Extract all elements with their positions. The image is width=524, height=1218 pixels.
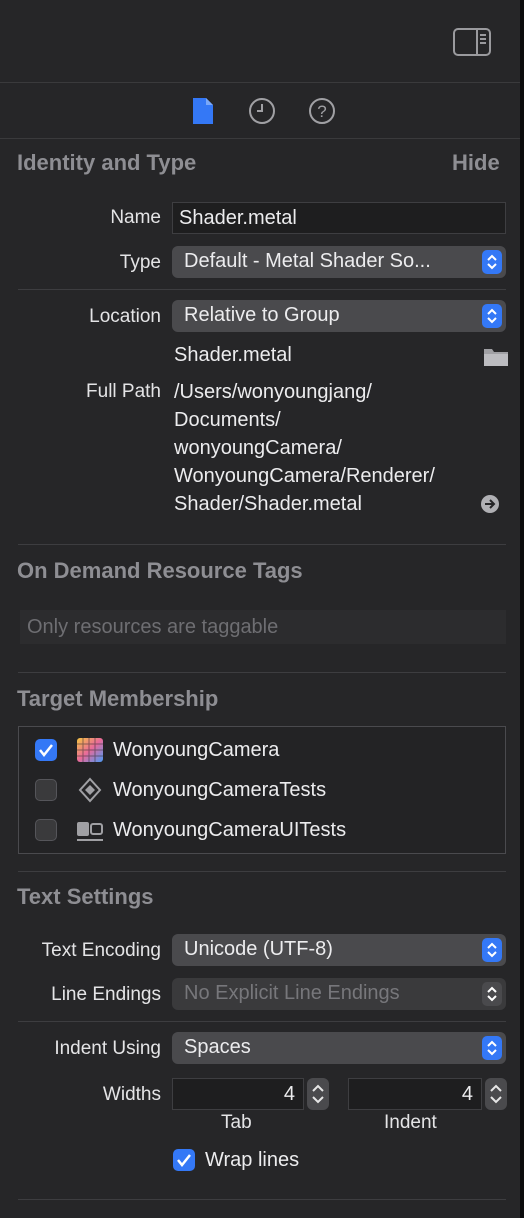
name-label: Name bbox=[110, 207, 161, 228]
tab-width-field[interactable]: 4 bbox=[172, 1078, 304, 1110]
location-popup[interactable]: Relative to Group bbox=[172, 300, 506, 332]
location-label: Location bbox=[89, 306, 161, 327]
type-popup[interactable]: Default - Metal Shader So... bbox=[172, 246, 506, 278]
tags-field: Only resources are taggable bbox=[20, 610, 506, 644]
test-target-icon bbox=[76, 777, 104, 803]
arrow-circle-right-icon bbox=[481, 495, 499, 513]
name-field[interactable]: Shader.metal bbox=[172, 202, 506, 234]
stepper-arrows-icon bbox=[312, 1084, 324, 1104]
indent-using-value: Spaces bbox=[184, 1036, 251, 1058]
indent-using-label: Indent Using bbox=[54, 1038, 161, 1059]
section-separator bbox=[18, 544, 506, 545]
sidebar-right-icon bbox=[453, 28, 491, 56]
location-popup-value: Relative to Group bbox=[184, 304, 340, 326]
indent-width-stepper[interactable] bbox=[485, 1078, 507, 1110]
full-path-text: /Users/wonyoungjang/ Documents/ wonyoung… bbox=[174, 378, 484, 518]
membership-section-title: Target Membership bbox=[17, 686, 219, 711]
checkmark-icon bbox=[177, 1154, 191, 1168]
indent-using-popup[interactable]: Spaces bbox=[172, 1032, 506, 1064]
tab-file-inspector[interactable] bbox=[190, 96, 216, 126]
ui-test-target-icon bbox=[76, 818, 104, 844]
bottom-separator bbox=[18, 1199, 506, 1200]
path-line: WonyoungCamera/Renderer/ bbox=[174, 465, 435, 487]
text-encoding-popup[interactable]: Unicode (UTF-8) bbox=[172, 934, 506, 966]
choose-file-button[interactable] bbox=[483, 345, 509, 367]
inspector-toggle-button[interactable] bbox=[452, 26, 492, 58]
section-separator bbox=[18, 672, 506, 673]
indent-width-field[interactable]: 4 bbox=[348, 1078, 482, 1110]
svg-text:?: ? bbox=[317, 102, 326, 121]
wrap-lines-checkbox[interactable] bbox=[173, 1149, 195, 1171]
question-icon: ? bbox=[309, 98, 335, 124]
text-settings-separator bbox=[18, 1021, 506, 1022]
hide-button[interactable]: Hide bbox=[452, 150, 500, 176]
document-icon bbox=[193, 98, 213, 124]
stepper-arrows-icon bbox=[490, 1084, 502, 1104]
identity-section-title: Identity and Type bbox=[17, 150, 197, 175]
file-name-text: Shader.metal bbox=[174, 344, 292, 366]
chevron-updown-icon bbox=[482, 982, 502, 1006]
app-target-icon bbox=[76, 737, 104, 763]
text-encoding-label: Text Encoding bbox=[41, 940, 161, 961]
line-endings-label: Line Endings bbox=[51, 984, 161, 1005]
chevron-updown-icon bbox=[482, 304, 502, 328]
tab-history-inspector[interactable] bbox=[247, 96, 277, 126]
on-demand-section-title: On Demand Resource Tags bbox=[17, 558, 303, 583]
target-checkbox-wonyoungcamera[interactable] bbox=[35, 739, 57, 761]
identity-separator bbox=[18, 289, 506, 290]
tab-quick-help-inspector[interactable]: ? bbox=[307, 96, 337, 126]
wrap-lines-label: Wrap lines bbox=[205, 1149, 300, 1171]
tab-width-stepper[interactable] bbox=[307, 1078, 329, 1110]
target-checkbox-wonyoungcameratests[interactable] bbox=[35, 779, 57, 801]
type-popup-value: Default - Metal Shader So... bbox=[184, 250, 431, 272]
chevron-updown-icon bbox=[482, 938, 502, 962]
checkmark-icon bbox=[39, 744, 53, 758]
line-endings-value: No Explicit Line Endings bbox=[184, 982, 400, 1004]
target-label: WonyoungCameraTests bbox=[113, 779, 327, 801]
target-label: WonyoungCamera bbox=[113, 739, 280, 761]
path-line: /Users/wonyoungjang/ bbox=[174, 381, 372, 403]
toolbar-divider bbox=[0, 82, 520, 83]
indent-caption: Indent bbox=[384, 1112, 437, 1133]
tabs-divider bbox=[0, 138, 520, 139]
full-path-label: Full Path bbox=[86, 381, 161, 402]
tags-placeholder: Only resources are taggable bbox=[27, 616, 279, 638]
reveal-in-finder-button[interactable] bbox=[480, 494, 500, 514]
widths-label: Widths bbox=[102, 1084, 161, 1105]
window-edge bbox=[520, 0, 524, 1218]
clock-icon bbox=[249, 98, 275, 124]
target-label: WonyoungCameraUITests bbox=[113, 819, 347, 841]
text-encoding-value: Unicode (UTF-8) bbox=[184, 938, 333, 960]
line-endings-popup[interactable]: No Explicit Line Endings bbox=[172, 978, 506, 1010]
path-line: Documents/ bbox=[174, 409, 281, 431]
folder-icon bbox=[484, 349, 508, 366]
type-label: Type bbox=[119, 252, 161, 273]
tab-caption: Tab bbox=[221, 1112, 252, 1133]
text-settings-section-title: Text Settings bbox=[17, 884, 154, 909]
path-line: Shader/Shader.metal bbox=[174, 493, 362, 515]
chevron-updown-icon bbox=[482, 1036, 502, 1060]
path-line: wonyoungCamera/ bbox=[174, 437, 342, 459]
chevron-updown-icon bbox=[482, 250, 502, 274]
section-separator bbox=[18, 871, 506, 872]
target-checkbox-wonyoungcamerauitests[interactable] bbox=[35, 819, 57, 841]
